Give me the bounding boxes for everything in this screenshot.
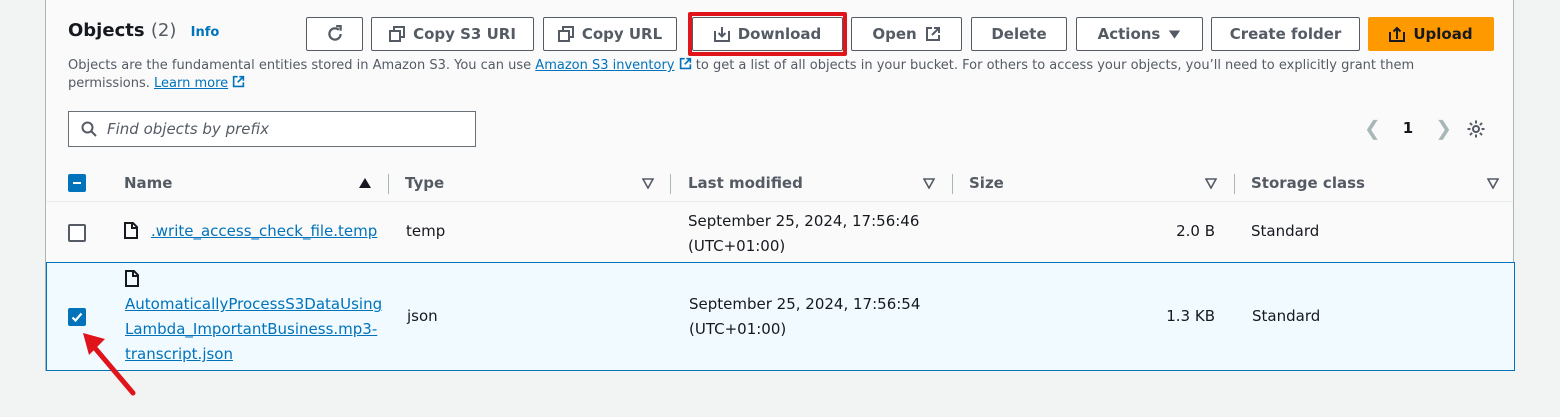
- annotation-arrow-icon: [83, 333, 136, 396]
- upload-label: Upload: [1413, 25, 1473, 43]
- column-name[interactable]: Name: [124, 174, 172, 192]
- check-icon: [71, 312, 83, 323]
- open-button[interactable]: Open: [851, 17, 962, 51]
- sort-ascending-icon[interactable]: [359, 177, 371, 189]
- external-link-icon: [233, 75, 245, 88]
- sort-icon[interactable]: [1205, 177, 1217, 189]
- open-label: Open: [872, 25, 917, 43]
- description-text-1: Objects are the fundamental entities sto…: [68, 58, 536, 73]
- table-row[interactable]: .write_access_check_file.temp temp Septe…: [46, 201, 1513, 263]
- search-icon: [81, 121, 97, 137]
- column-size[interactable]: Size: [969, 174, 1004, 192]
- column-divider: [388, 174, 389, 194]
- page-number[interactable]: 1: [1403, 119, 1413, 137]
- object-size: 1.3 KB: [1166, 307, 1215, 325]
- modified-timezone: (UTC+01:00): [688, 237, 786, 255]
- sort-icon[interactable]: [1487, 177, 1499, 189]
- copy-s3-uri-button[interactable]: Copy S3 URI: [371, 17, 534, 51]
- object-type: temp: [406, 222, 446, 240]
- inventory-link[interactable]: Amazon S3 inventory: [535, 58, 674, 73]
- delete-label: Delete: [991, 25, 1047, 43]
- upload-icon: [1389, 26, 1406, 42]
- object-last-modified: September 25, 2024, 17:56:46 (UTC+01:00): [688, 209, 919, 259]
- upload-button[interactable]: Upload: [1368, 17, 1494, 51]
- objects-description: Objects are the fundamental entities sto…: [68, 57, 1458, 93]
- object-storage-class: Standard: [1252, 307, 1321, 325]
- preferences-button[interactable]: [1466, 119, 1486, 143]
- sort-icon[interactable]: [642, 177, 654, 189]
- gear-icon: [1467, 120, 1485, 138]
- copy-icon: [557, 26, 574, 42]
- object-type: json: [407, 307, 438, 325]
- table-header: Name Type Last modified Size Storage cla…: [46, 164, 1513, 202]
- file-icon: [125, 270, 139, 287]
- page-title: Objects (2) Info: [68, 20, 219, 41]
- refresh-button[interactable]: [306, 17, 363, 51]
- external-link-icon: [925, 27, 940, 41]
- object-name-link[interactable]: .write_access_check_file.temp: [151, 222, 377, 240]
- copy-s3-uri-label: Copy S3 URI: [413, 25, 516, 43]
- column-divider: [670, 174, 671, 194]
- chevron-left-icon[interactable]: ❮: [1364, 116, 1381, 140]
- actions-label: Actions: [1097, 25, 1161, 43]
- modified-date: September 25, 2024, 17:56:46: [688, 212, 920, 230]
- create-folder-label: Create folder: [1229, 25, 1342, 43]
- info-link[interactable]: Info: [191, 25, 220, 40]
- copy-url-button[interactable]: Copy URL: [543, 17, 677, 51]
- table-row-selected[interactable]: AutomaticallyProcessS3DataUsing Lambda_I…: [46, 262, 1515, 371]
- search-input[interactable]: Find objects by prefix: [68, 111, 476, 147]
- objects-panel: Objects (2) Info Copy S3 URI Copy URL Do…: [45, 0, 1515, 371]
- row-checkbox-checked[interactable]: [68, 308, 86, 326]
- pagination: ❮ 1 ❯: [1364, 116, 1452, 140]
- copy-icon: [389, 26, 406, 42]
- column-divider: [1234, 174, 1235, 194]
- search-placeholder: Find objects by prefix: [107, 120, 270, 138]
- refresh-icon: [327, 25, 342, 41]
- learn-more-link[interactable]: Learn more: [154, 76, 228, 91]
- create-folder-button[interactable]: Create folder: [1211, 17, 1360, 51]
- object-storage-class: Standard: [1251, 222, 1320, 240]
- object-name-link[interactable]: AutomaticallyProcessS3DataUsing Lambda_I…: [125, 292, 382, 367]
- sort-icon[interactable]: [923, 177, 935, 189]
- column-divider: [952, 174, 953, 194]
- external-link-icon: [679, 57, 691, 70]
- chevron-right-icon[interactable]: ❯: [1435, 116, 1452, 140]
- column-last-modified[interactable]: Last modified: [688, 174, 803, 192]
- download-highlight-box: [688, 12, 847, 56]
- column-storage-class[interactable]: Storage class: [1251, 174, 1365, 192]
- object-name-line[interactable]: transcript.json: [125, 342, 382, 367]
- copy-url-label: Copy URL: [581, 25, 663, 43]
- column-type[interactable]: Type: [405, 174, 444, 192]
- object-name-line[interactable]: Lambda_ImportantBusiness.mp3-: [125, 317, 382, 342]
- object-size: 2.0 B: [1176, 222, 1215, 240]
- modified-date: September 25, 2024, 17:56:54: [689, 295, 921, 313]
- object-count: (2): [150, 20, 177, 41]
- delete-button[interactable]: Delete: [971, 17, 1067, 51]
- modified-timezone: (UTC+01:00): [689, 320, 787, 338]
- actions-dropdown[interactable]: Actions: [1076, 17, 1203, 51]
- title-text: Objects: [68, 20, 145, 41]
- object-name-line[interactable]: AutomaticallyProcessS3DataUsing: [125, 292, 382, 317]
- file-icon: [124, 222, 138, 239]
- row-checkbox[interactable]: [68, 224, 86, 242]
- object-last-modified: September 25, 2024, 17:56:54 (UTC+01:00): [689, 292, 920, 342]
- caret-down-icon: [1169, 29, 1181, 39]
- select-all-checkbox[interactable]: [68, 174, 86, 192]
